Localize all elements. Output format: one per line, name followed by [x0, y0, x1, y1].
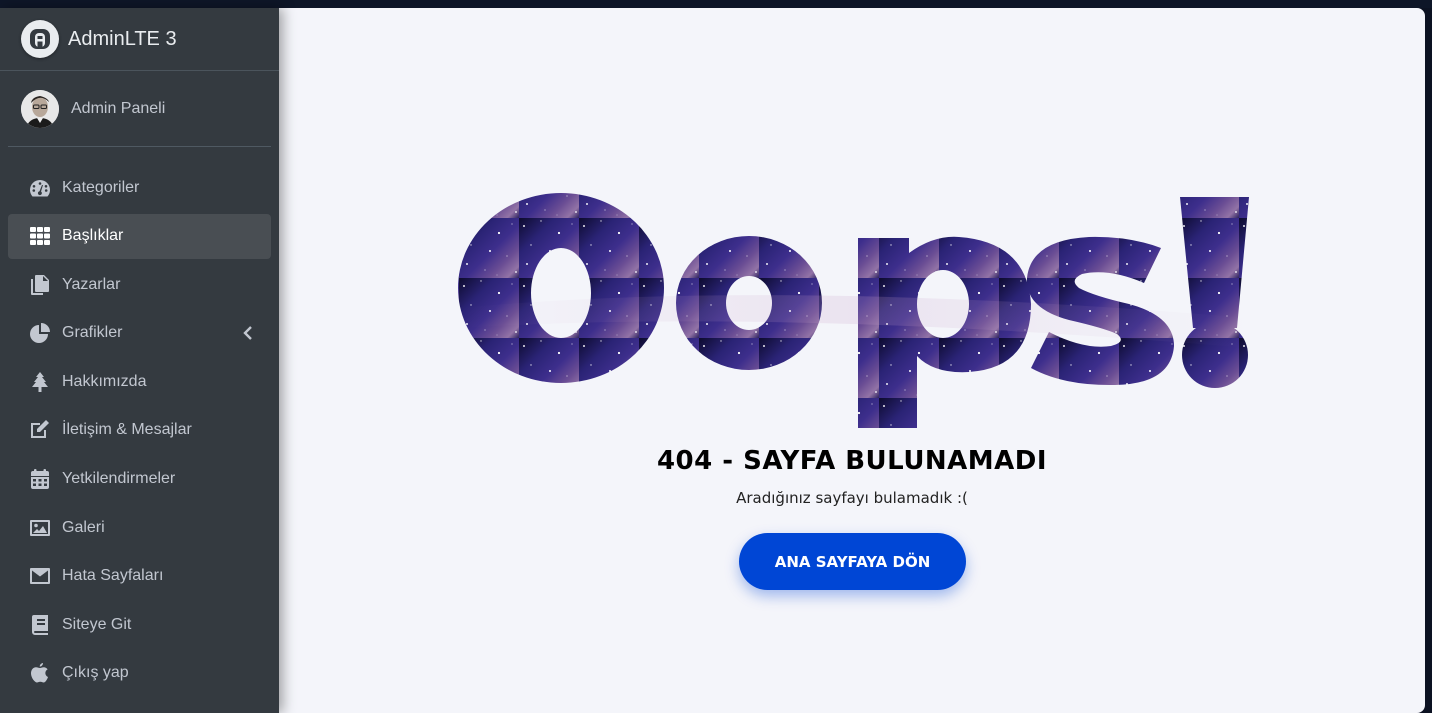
sidebar: AdminLTE 3 Admin Paneli Kategoriler Başl… — [0, 8, 279, 713]
pie-chart-icon — [28, 322, 52, 344]
envelope-icon — [28, 565, 52, 587]
adminlte-logo-icon — [21, 20, 59, 58]
tachometer-icon — [28, 177, 52, 199]
sidebar-item-hakkimizda[interactable]: Hakkımızda — [8, 359, 271, 404]
sidebar-item-grafikler[interactable]: Grafikler — [8, 311, 271, 356]
sidebar-item-label: Hakkımızda — [62, 372, 147, 390]
sidebar-item-label: Grafikler — [62, 324, 123, 342]
window-top-edge — [0, 0, 1432, 8]
sidebar-item-kategoriler[interactable]: Kategoriler — [8, 165, 271, 210]
brand-link[interactable]: AdminLTE 3 — [0, 8, 279, 71]
sidebar-item-label: İletişim & Mesajlar — [62, 421, 192, 439]
sidebar-item-label: Başlıklar — [62, 227, 124, 245]
sidebar-item-label: Çıkış yap — [62, 664, 129, 682]
sidebar-item-iletisim[interactable]: İletişim & Mesajlar — [8, 408, 271, 453]
oops-headline — [458, 193, 1249, 428]
sidebar-nav: Kategoriler Başlıklar Yazarlar Grafikler — [0, 165, 279, 696]
tree-icon — [28, 371, 52, 393]
edit-icon — [28, 419, 52, 441]
apple-icon — [28, 662, 52, 684]
error-title: 404 - SAYFA BULUNAMADI — [656, 446, 1048, 476]
user-name: Admin Paneli — [71, 99, 166, 117]
chevron-left-icon[interactable] — [243, 325, 253, 345]
sidebar-item-label: Hata Sayfaları — [62, 567, 164, 585]
sidebar-item-hata-sayfalari[interactable]: Hata Sayfaları — [8, 554, 271, 599]
sidebar-item-label: Yazarlar — [62, 275, 121, 293]
sidebar-item-label: Kategoriler — [62, 178, 140, 196]
sidebar-item-galeri[interactable]: Galeri — [8, 505, 271, 550]
calendar-icon — [28, 468, 52, 490]
sidebar-item-label: Siteye Git — [62, 615, 132, 633]
sidebar-item-yetkilendirmeler[interactable]: Yetkilendirmeler — [8, 457, 271, 502]
error-message: Aradığınız sayfayı bulamadık :( — [736, 489, 968, 507]
main-content: 404 - SAYFA BULUNAMADI Aradığınız sayfay… — [279, 8, 1425, 713]
sidebar-item-label: Galeri — [62, 518, 105, 536]
sidebar-item-yazarlar[interactable]: Yazarlar — [8, 262, 271, 307]
sidebar-item-basliklar[interactable]: Başlıklar — [8, 213, 271, 259]
back-to-home-button[interactable]: ANA SAYFAYA DÖN — [739, 533, 966, 590]
image-icon — [28, 517, 52, 539]
brand-text: AdminLTE 3 — [68, 27, 177, 50]
copy-icon — [28, 274, 52, 296]
sidebar-item-siteye-git[interactable]: Siteye Git — [8, 602, 271, 647]
user-panel[interactable]: Admin Paneli — [8, 71, 271, 147]
book-icon — [28, 614, 52, 636]
grid-icon — [28, 225, 52, 247]
sidebar-item-label: Yetkilendirmeler — [62, 470, 176, 488]
sidebar-item-cikis[interactable]: Çıkış yap — [8, 651, 271, 696]
user-avatar — [21, 89, 59, 128]
